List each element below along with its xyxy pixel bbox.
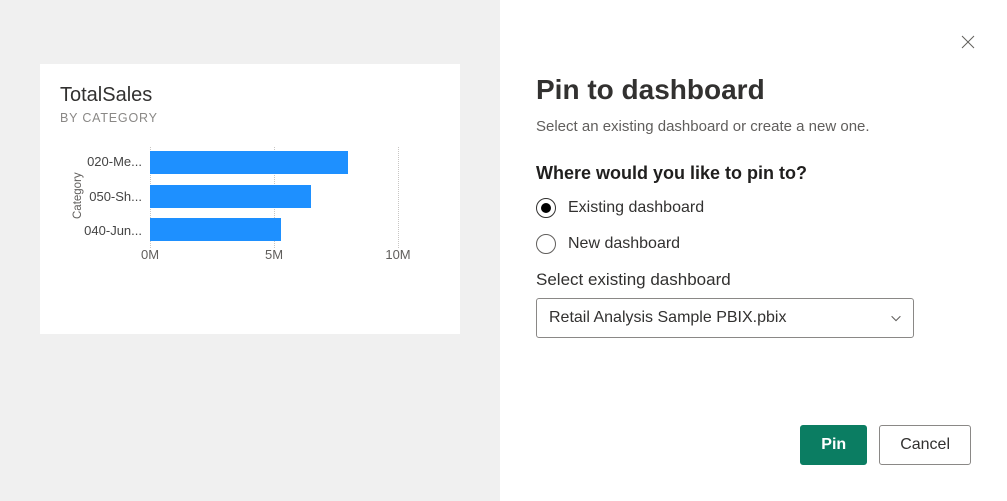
- chart-title: TotalSales: [60, 84, 440, 107]
- chart-bar: [150, 185, 311, 208]
- dialog-description: Select an existing dashboard or create a…: [536, 118, 971, 135]
- chart-body: Category 020-Me... 050-Sh... 040-Jun...: [60, 151, 440, 266]
- category-label: 040-Jun...: [84, 223, 142, 238]
- radio-label: New dashboard: [568, 235, 680, 253]
- x-tick: 5M: [265, 247, 283, 262]
- y-axis-title: Category: [70, 151, 84, 241]
- chart-card: TotalSales BY CATEGORY Category 020-Me..…: [40, 64, 460, 334]
- pin-dialog: Pin to dashboard Select an existing dash…: [500, 0, 1007, 501]
- x-axis-ticks: 0M 5M 10M: [150, 241, 398, 261]
- category-labels: 020-Me... 050-Sh... 040-Jun...: [84, 151, 142, 241]
- radio-existing-dashboard[interactable]: Existing dashboard: [536, 198, 971, 218]
- dialog-question: Where would you like to pin to?: [536, 163, 971, 184]
- chevron-down-icon: [889, 311, 903, 325]
- pin-button[interactable]: Pin: [800, 425, 867, 465]
- chart-bar: [150, 218, 281, 241]
- radio-group-destination: Existing dashboard New dashboard: [536, 198, 971, 254]
- chart-subtitle: BY CATEGORY: [60, 111, 440, 125]
- category-label: 020-Me...: [84, 154, 142, 169]
- select-value: Retail Analysis Sample PBIX.pbix: [549, 309, 786, 327]
- dashboard-select[interactable]: Retail Analysis Sample PBIX.pbix: [536, 298, 914, 338]
- radio-dot-icon: [541, 203, 551, 213]
- category-label: 050-Sh...: [84, 189, 142, 204]
- dialog-title: Pin to dashboard: [536, 74, 971, 106]
- dialog-footer: Pin Cancel: [800, 425, 971, 465]
- radio-indicator: [536, 234, 556, 254]
- radio-new-dashboard[interactable]: New dashboard: [536, 234, 971, 254]
- preview-pane: TotalSales BY CATEGORY Category 020-Me..…: [0, 0, 500, 501]
- close-icon: [960, 34, 976, 50]
- chart-bars: [150, 151, 398, 241]
- close-button[interactable]: [959, 34, 977, 52]
- select-label: Select existing dashboard: [536, 270, 971, 290]
- radio-label: Existing dashboard: [568, 199, 704, 217]
- radio-indicator: [536, 198, 556, 218]
- cancel-button[interactable]: Cancel: [879, 425, 971, 465]
- chart-bar: [150, 151, 348, 174]
- x-tick: 0M: [141, 247, 159, 262]
- x-tick: 10M: [385, 247, 410, 262]
- plot-area: 0M 5M 10M: [150, 151, 398, 266]
